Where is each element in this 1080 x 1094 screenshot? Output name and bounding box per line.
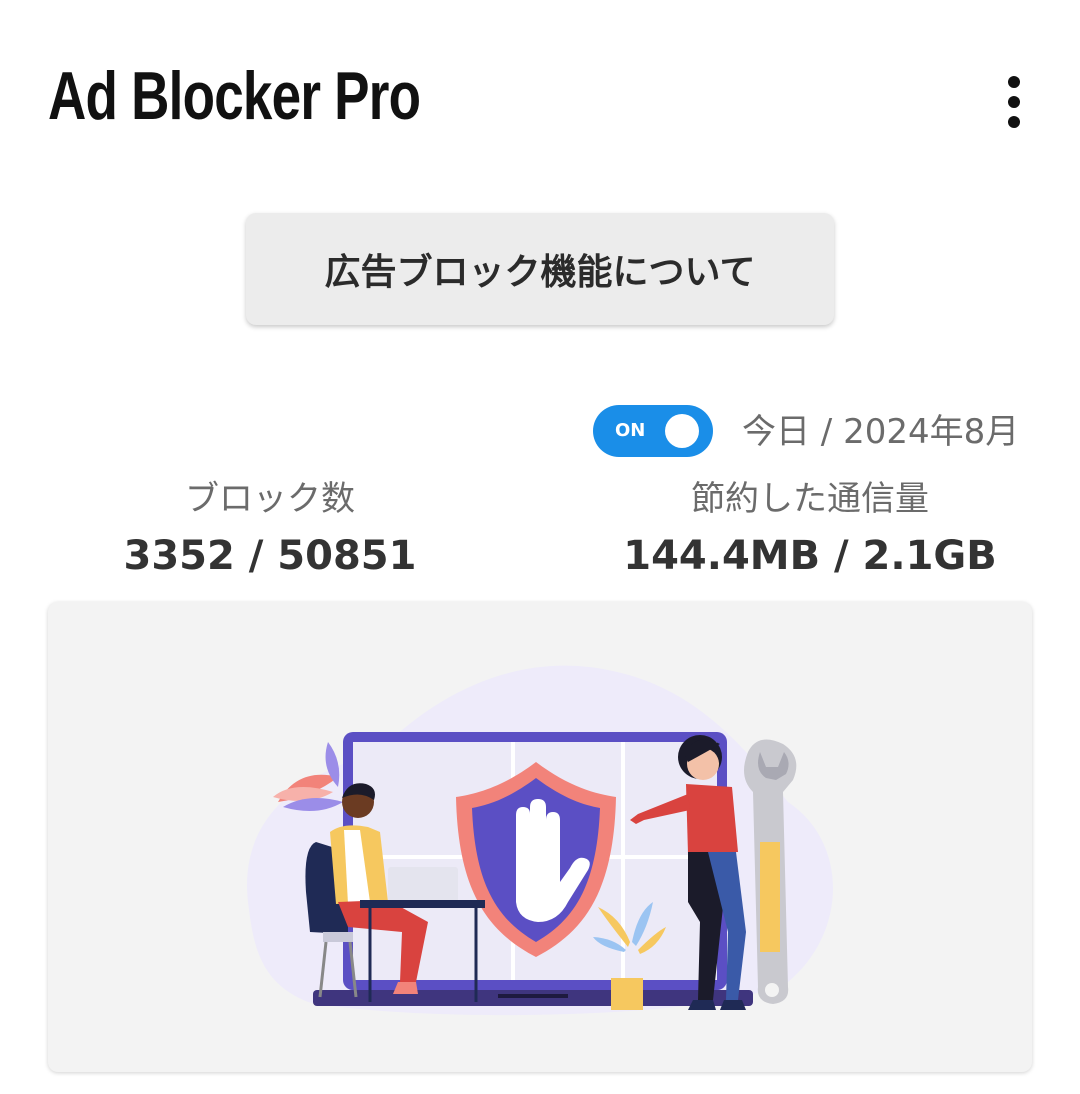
more-options-button[interactable] <box>990 70 1038 134</box>
toggle-label: ON <box>615 420 646 441</box>
more-vert-icon-dot <box>1008 116 1020 128</box>
illustration-card <box>48 602 1032 1072</box>
more-vert-icon-dot <box>1008 96 1020 108</box>
app-title: Ad Blocker Pro <box>48 58 421 134</box>
ad-block-illustration <box>247 665 833 1016</box>
blocked-count-value: 3352 / 50851 <box>123 533 417 579</box>
blocked-count-label: ブロック数 <box>185 479 355 519</box>
period-selector[interactable]: 今日 / 2024年8月 <box>742 410 1019 454</box>
data-saved-label: 節約した通信量 <box>691 479 929 519</box>
leaf-decoration <box>273 742 343 811</box>
blocking-toggle[interactable]: ON <box>593 405 713 457</box>
about-ad-block-button[interactable]: 広告ブロック機能について <box>246 213 834 325</box>
more-vert-icon <box>1008 76 1020 88</box>
toggle-knob <box>665 414 699 448</box>
data-saved-value: 144.4MB / 2.1GB <box>623 533 997 579</box>
